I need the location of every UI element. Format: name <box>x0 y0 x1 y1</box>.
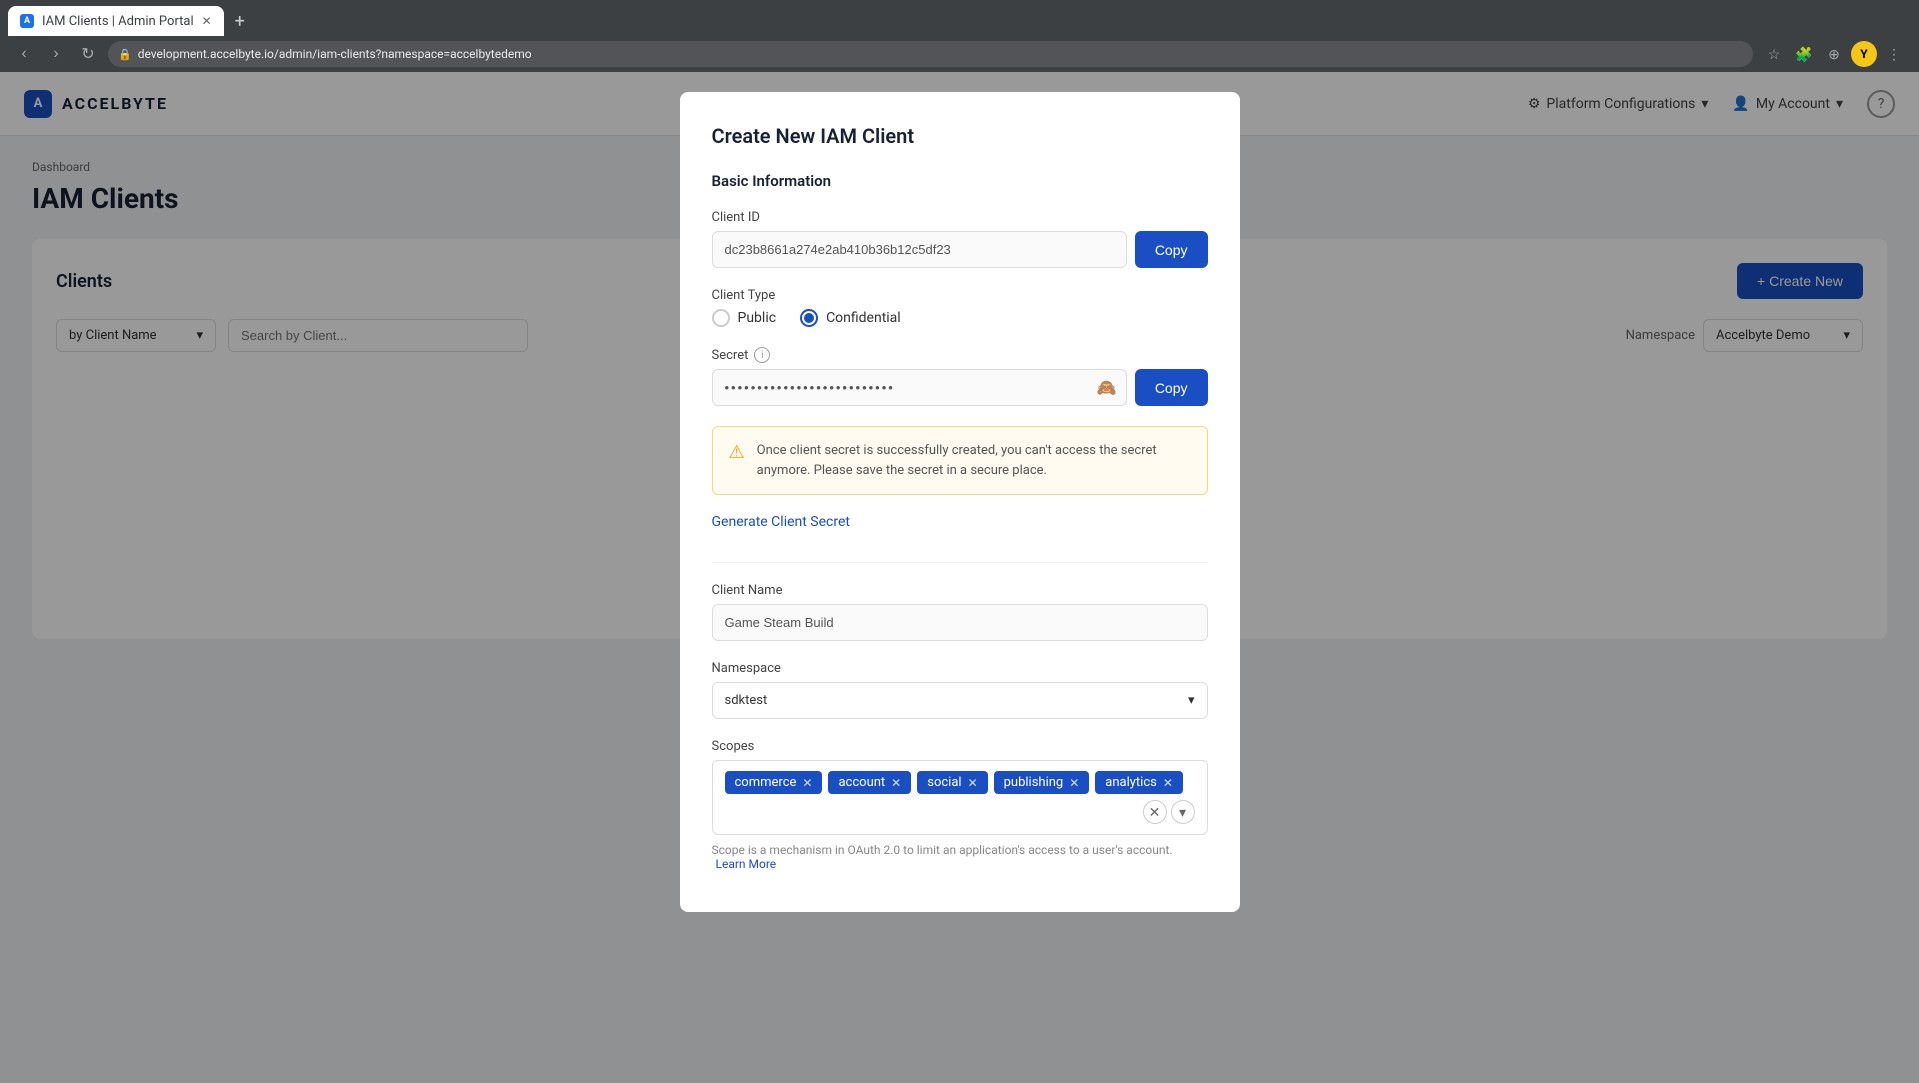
refresh-button[interactable]: ↻ <box>76 42 100 66</box>
browser-toolbar: ‹ › ↻ 🔒 development.accelbyte.io/admin/i… <box>0 36 1919 72</box>
client-name-input[interactable] <box>712 604 1208 641</box>
chevron-down-namespace-modal: ▾ <box>1188 693 1195 708</box>
client-id-input-row: Copy <box>712 231 1208 268</box>
url-text: development.accelbyte.io/admin/iam-clien… <box>138 47 532 61</box>
scope-tag-analytics-remove[interactable]: ✕ <box>1163 776 1173 790</box>
namespace-dropdown[interactable]: sdktest ▾ <box>712 682 1208 719</box>
scope-tag-account: account ✕ <box>828 771 911 794</box>
hide-secret-icon[interactable]: 🙈 <box>1097 378 1117 397</box>
client-type-group: Client Type Public Confidential <box>712 288 1208 327</box>
basic-info-section-title: Basic Information <box>712 172 1208 190</box>
warning-text: Once client secret is successfully creat… <box>757 441 1191 480</box>
browser-tabs: A IAM Clients | Admin Portal ✕ + <box>0 0 1919 36</box>
scope-tag-commerce-label: commerce <box>735 775 797 790</box>
scopes-label: Scopes <box>712 739 1208 754</box>
secret-input-row: 🙈 Copy <box>712 369 1208 406</box>
namespace-dropdown-value: sdktest <box>725 693 768 708</box>
back-button[interactable]: ‹ <box>12 42 36 66</box>
public-radio[interactable]: Public <box>712 309 777 327</box>
client-id-label: Client ID <box>712 210 1208 225</box>
bookmark-icon[interactable]: ☆ <box>1761 41 1787 67</box>
scope-tag-analytics: analytics ✕ <box>1095 771 1183 794</box>
confidential-radio-circle <box>800 309 818 327</box>
copy-client-id-button[interactable]: Copy <box>1135 231 1208 268</box>
lock-icon: 🔒 <box>118 48 132 61</box>
modal-title: Create New IAM Client <box>712 124 1208 148</box>
divider <box>712 562 1208 563</box>
active-tab[interactable]: A IAM Clients | Admin Portal ✕ <box>8 6 224 36</box>
browser-chrome: A IAM Clients | Admin Portal ✕ + ‹ › ↻ 🔒… <box>0 0 1919 72</box>
scope-tag-account-remove[interactable]: ✕ <box>891 776 901 790</box>
scope-actions: ✕ ▾ <box>1143 800 1195 824</box>
app: A ACCELBYTE ⚙ Platform Configurations ▾ … <box>0 72 1919 1083</box>
scopes-container: commerce ✕ account ✕ social ✕ publishing… <box>712 760 1208 835</box>
client-id-input[interactable] <box>712 231 1127 268</box>
forward-button[interactable]: › <box>44 42 68 66</box>
client-name-group: Client Name <box>712 583 1208 641</box>
client-name-label: Client Name <box>712 583 1208 598</box>
scope-tag-social-label: social <box>927 775 961 790</box>
scope-tag-commerce-remove[interactable]: ✕ <box>802 776 812 790</box>
secret-info-icon[interactable]: i <box>754 347 770 363</box>
warning-box: ⚠ Once client secret is successfully cre… <box>712 426 1208 495</box>
scopes-group: Scopes commerce ✕ account ✕ social ✕ <box>712 739 1208 871</box>
scope-learn-more-link[interactable]: Learn More <box>716 857 777 871</box>
toolbar-icons: ☆ 🧩 ⊕ Y ⋮ <box>1761 41 1907 67</box>
client-type-row: Public Confidential <box>712 309 1208 327</box>
menu-icon[interactable]: ⋮ <box>1881 41 1907 67</box>
scope-tag-publishing-label: publishing <box>1004 775 1064 790</box>
profile-icon[interactable]: ⊕ <box>1821 41 1847 67</box>
namespace-group: Namespace sdktest ▾ <box>712 661 1208 719</box>
secret-label: Secret i <box>712 347 1208 363</box>
scope-clear-button[interactable]: ✕ <box>1143 800 1167 824</box>
modal-overlay: Create New IAM Client Basic Information … <box>0 72 1919 1083</box>
secret-group: Secret i 🙈 Copy <box>712 347 1208 406</box>
confidential-radio[interactable]: Confidential <box>800 309 901 327</box>
generate-client-secret-link[interactable]: Generate Client Secret <box>712 514 851 530</box>
namespace-form-label: Namespace <box>712 661 1208 676</box>
tab-favicon: A <box>20 14 34 28</box>
extensions-icon[interactable]: 🧩 <box>1791 41 1817 67</box>
user-avatar[interactable]: Y <box>1851 41 1877 67</box>
create-iam-client-modal: Create New IAM Client Basic Information … <box>680 92 1240 912</box>
scope-tag-publishing: publishing ✕ <box>994 771 1090 794</box>
new-tab-button[interactable]: + <box>224 6 256 36</box>
scope-tag-commerce: commerce ✕ <box>725 771 823 794</box>
scope-expand-button[interactable]: ▾ <box>1171 800 1195 824</box>
tab-title: IAM Clients | Admin Portal <box>42 14 194 29</box>
scope-tag-social-remove[interactable]: ✕ <box>968 776 978 790</box>
scope-hint: Scope is a mechanism in OAuth 2.0 to lim… <box>712 843 1208 871</box>
scope-tag-account-label: account <box>838 775 885 790</box>
scope-tag-publishing-remove[interactable]: ✕ <box>1069 776 1079 790</box>
warning-triangle-icon: ⚠ <box>729 442 745 480</box>
address-bar[interactable]: 🔒 development.accelbyte.io/admin/iam-cli… <box>108 41 1753 67</box>
close-tab-icon[interactable]: ✕ <box>202 14 212 28</box>
secret-input-wrapper: 🙈 <box>712 369 1127 406</box>
public-label: Public <box>738 310 777 326</box>
scope-tag-analytics-label: analytics <box>1105 775 1157 790</box>
client-type-label: Client Type <box>712 288 1208 303</box>
copy-secret-button[interactable]: Copy <box>1135 369 1208 406</box>
public-radio-circle <box>712 309 730 327</box>
secret-input[interactable] <box>712 369 1127 406</box>
client-id-group: Client ID Copy <box>712 210 1208 268</box>
confidential-label: Confidential <box>826 310 901 326</box>
scope-tag-social: social ✕ <box>917 771 987 794</box>
